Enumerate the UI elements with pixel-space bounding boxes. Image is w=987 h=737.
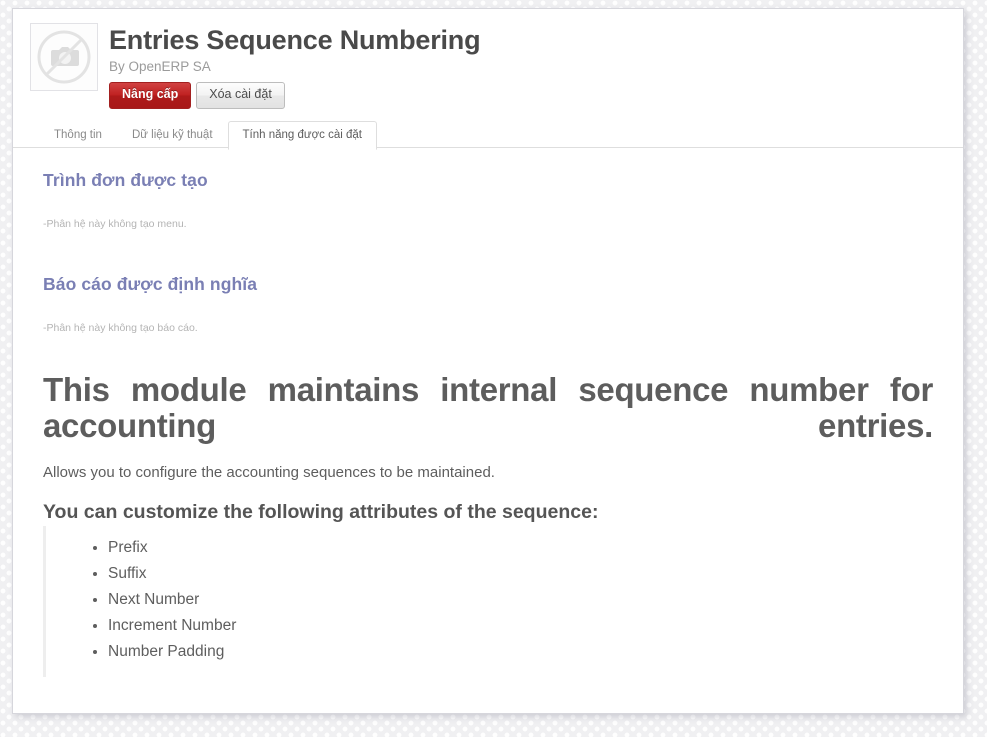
list-item: Next Number <box>108 587 933 613</box>
module-thumbnail <box>30 23 98 91</box>
list-item: Increment Number <box>108 613 933 639</box>
section-heading: Trình đơn được tạo <box>43 169 208 190</box>
uninstall-button[interactable]: Xóa cài đặt <box>196 82 285 109</box>
tab-thong-tin[interactable]: Thông tin <box>39 121 117 149</box>
list-item: Suffix <box>108 561 933 587</box>
section-heading: Báo cáo được định nghĩa <box>43 273 258 294</box>
tab-du-lieu-ky-thuat[interactable]: Dữ liệu kỹ thuật <box>117 121 228 149</box>
module-header: Entries Sequence Numbering By OpenERP SA… <box>13 9 963 109</box>
list-item: Prefix <box>108 535 933 561</box>
no-image-camera-icon <box>31 24 97 90</box>
attributes-list: Prefix Suffix Next Number Increment Numb… <box>46 535 933 665</box>
attributes-block: Prefix Suffix Next Number Increment Numb… <box>43 525 933 677</box>
module-header-text: Entries Sequence Numbering By OpenERP SA… <box>109 26 963 109</box>
list-item: Number Padding <box>108 639 933 665</box>
tab-tinh-nang-duoc-cai-dat[interactable]: Tính năng được cài đặt <box>227 120 377 150</box>
tab-bar: Thông tin Dữ liệu kỹ thuật Tính năng được … <box>13 120 963 150</box>
section-created-menus: Trình đơn được tạo -Phân hệ này không tạ… <box>43 170 933 230</box>
description-paragraph: Allows you to configure the accounting s… <box>43 463 495 481</box>
section-defined-reports: Báo cáo được định nghĩa -Phân hệ này khô… <box>43 274 933 334</box>
module-description: This module maintains internal sequence … <box>43 370 933 677</box>
module-detail-card: Entries Sequence Numbering By OpenERP SA… <box>12 8 964 714</box>
upgrade-button[interactable]: Nâng cấp <box>109 82 192 109</box>
page-background: Entries Sequence Numbering By OpenERP SA… <box>0 0 987 737</box>
section-note: -Phân hệ này không tạo báo cáo. <box>43 321 198 334</box>
installed-features-panel: Trình đơn được tạo -Phân hệ này không tạ… <box>13 148 963 677</box>
description-title: This module maintains internal sequence … <box>43 370 933 445</box>
module-author: By OpenERP SA <box>109 59 211 75</box>
section-note: -Phân hệ này không tạo menu. <box>43 217 187 230</box>
page-title: Entries Sequence Numbering <box>109 25 481 55</box>
description-subtitle: You can customize the following attribut… <box>43 500 599 523</box>
module-action-buttons: Nâng cấp Xóa cài đặt <box>109 82 947 109</box>
